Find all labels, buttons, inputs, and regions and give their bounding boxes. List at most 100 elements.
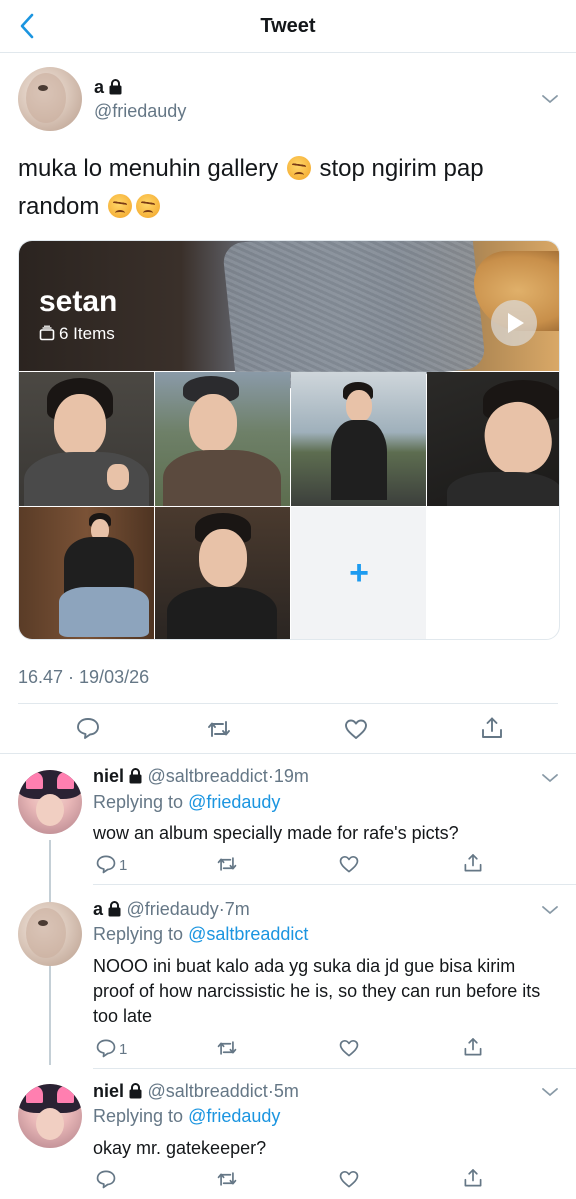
like-button[interactable] [338,853,360,875]
divider [0,753,576,754]
album-count: 6 Items [39,324,115,344]
avatar[interactable] [18,902,82,966]
album-photo[interactable] [155,372,290,506]
album-photo[interactable] [155,507,290,639]
chevron-down-icon [542,774,558,783]
retweet-button[interactable] [216,1037,238,1059]
reply-author-line: a @friedaudy·7m [93,899,250,920]
reply-menu-button[interactable] [540,771,560,785]
share-icon [482,717,502,738]
replying-to-link[interactable]: @friedaudy [188,792,280,812]
reply-icon [96,1170,116,1189]
replying-prefix: Replying to [93,792,184,812]
replying-to: Replying to @saltbreaddict [93,924,308,945]
reply-author-line: niel @saltbreaddict·5m [93,1081,299,1102]
retweet-icon [217,1041,237,1055]
reply-button[interactable] [95,1168,117,1190]
lock-icon [128,1083,143,1099]
reply-author-handle[interactable]: @saltbreaddict [147,766,267,786]
reply-button[interactable] [95,853,117,875]
like-button[interactable] [338,1037,360,1059]
share-icon [464,1038,482,1056]
reply-author-handle[interactable]: @saltbreaddict [147,1081,267,1101]
share-button[interactable] [462,852,484,874]
reply-author-line: niel @saltbreaddict·19m [93,766,309,787]
share-button[interactable] [479,715,505,741]
reply-menu-button[interactable] [540,903,560,917]
album-card[interactable]: setan 6 Items + [18,240,560,640]
author-name[interactable]: a [94,77,104,97]
album-photo[interactable] [291,372,426,506]
reply-icon [96,855,116,874]
angry-emoji-icon [108,194,133,218]
retweet-button[interactable] [206,716,232,742]
retweet-icon [208,721,230,737]
like-icon [345,719,367,739]
replying-to: Replying to @friedaudy [93,792,280,813]
share-icon [464,854,482,872]
share-button[interactable] [462,1036,484,1058]
reply-menu-button[interactable] [540,1085,560,1099]
reply-text: okay mr. gatekeeper? [93,1138,267,1158]
angry-emoji-icon [286,156,311,180]
chevron-down-icon [542,1088,558,1097]
like-button[interactable] [343,716,369,742]
avatar[interactable] [18,770,82,834]
chevron-down-icon [542,906,558,915]
lock-icon [107,901,122,917]
author-handle[interactable]: @friedaudy [94,101,186,122]
chevron-down-icon [542,95,558,104]
retweet-icon [217,857,237,871]
album-icon [39,325,55,341]
tweet-text: muka lo menuhin gallery stop ngirim pap … [18,150,558,226]
plus-icon: + [349,554,369,592]
lock-icon [108,79,123,95]
replying-to-link[interactable]: @friedaudy [188,1106,280,1126]
reply-text: wow an album specially made for rafe's p… [93,823,459,843]
reply-author-name[interactable]: niel [93,1081,124,1101]
album-photo[interactable] [19,372,154,506]
replying-to: Replying to @friedaudy [93,1106,280,1127]
like-icon [339,1170,359,1188]
share-icon [464,1169,482,1187]
reply-count: 1 [119,1041,128,1058]
avatar[interactable] [18,1084,82,1148]
album-photo[interactable] [19,507,154,639]
avatar[interactable] [18,67,82,131]
page-title: Tweet [260,15,316,37]
retweet-button[interactable] [216,1168,238,1190]
divider [18,703,558,704]
reply-text: NOOO ini buat kalo ada yg suka dia jd gu… [93,956,541,1026]
tweet-menu-button[interactable] [540,92,560,106]
angry-emoji-icon [136,194,161,218]
reply-button[interactable] [95,1037,117,1059]
tweet-text-part: random [18,193,100,220]
like-button[interactable] [338,1168,360,1190]
retweet-button[interactable] [216,853,238,875]
share-button[interactable] [462,1167,484,1189]
play-icon [508,313,524,333]
divider [93,884,576,885]
reply-button[interactable] [75,715,101,741]
like-icon [339,855,359,873]
lock-icon [128,768,143,784]
album-title: setan [39,285,118,318]
replying-prefix: Replying to [93,1106,184,1126]
like-icon [339,1039,359,1057]
reply-time: 19m [273,766,309,786]
reply-time: 5m [273,1081,299,1101]
play-button[interactable] [491,300,537,346]
reply-author-name[interactable]: niel [93,766,124,786]
retweet-icon [217,1172,237,1186]
tweet-text-part: muka lo menuhin gallery [18,155,279,182]
reply-author-handle[interactable]: @friedaudy [126,899,218,919]
reply-author-name[interactable]: a [93,899,103,919]
album-count-text: 6 Items [59,324,115,343]
reply-count: 1 [119,857,128,874]
replying-to-link[interactable]: @saltbreaddict [188,924,308,944]
album-photo[interactable] [427,372,559,506]
reply-icon [96,1039,116,1058]
add-photo-button[interactable]: + [291,507,426,639]
replying-prefix: Replying to [93,924,184,944]
reply-time: 7m [224,899,250,919]
